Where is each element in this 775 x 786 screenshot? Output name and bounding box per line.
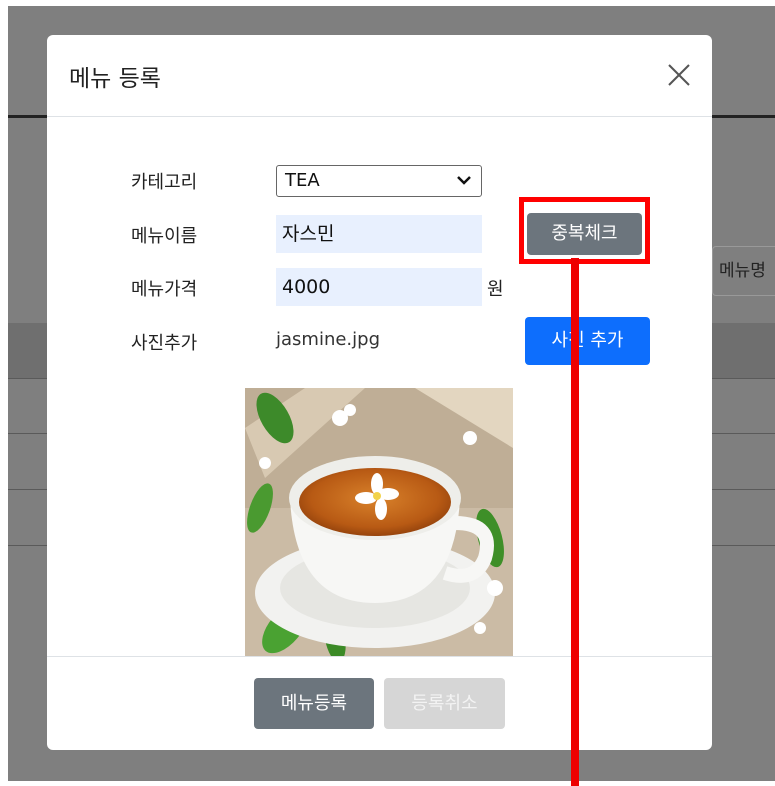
modal-header: 메뉴 등록 [47,35,712,117]
chevron-down-icon [457,176,471,185]
category-select-value: TEA [285,170,320,191]
register-menu-button[interactable]: 메뉴등록 [254,678,374,729]
cancel-register-button[interactable]: 등록취소 [384,678,505,729]
photo-label: 사진추가 [131,333,198,354]
menu-name-input[interactable]: 자스민 [276,215,482,253]
price-unit-label: 원 [487,279,504,300]
background-menu-name-input: 메뉴명 [712,246,775,296]
duplicate-check-button[interactable]: 중복체크 [527,213,642,255]
menu-price-input[interactable]: 4000 [276,268,482,306]
menu-name-label: 메뉴이름 [131,226,198,247]
photo-filename: jasmine.jpg [276,329,381,350]
menu-price-label: 메뉴가격 [131,279,198,300]
category-select[interactable]: TEA [276,165,482,197]
add-photo-button[interactable]: 사진 추가 [525,317,650,365]
menu-photo-preview [245,388,513,656]
close-icon [668,64,690,86]
menu-register-modal: 메뉴 등록 카테고리 TEA 메뉴이름 자스민 중복체크 메뉴가격 4000 원… [47,35,712,750]
modal-footer [47,656,712,750]
close-button[interactable] [665,61,693,89]
modal-title: 메뉴 등록 [69,66,161,92]
annotation-arrow-line [571,258,579,786]
tea-cup-image [245,388,513,656]
category-label: 카테고리 [131,172,198,193]
